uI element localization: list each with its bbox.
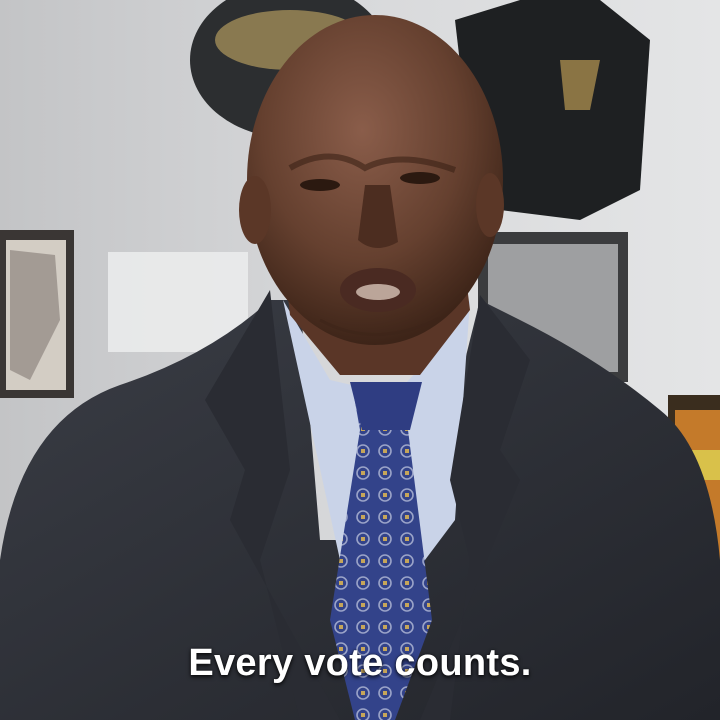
ear-left <box>239 176 271 244</box>
video-caption: Every vote counts. <box>188 642 532 684</box>
video-still <box>0 0 720 720</box>
tie-knot <box>350 382 422 430</box>
eye-right <box>400 172 440 184</box>
ear-right <box>476 173 504 237</box>
video-frame: Every vote counts. <box>0 0 720 720</box>
eye-left <box>300 179 340 191</box>
framed-picture-left <box>0 230 74 398</box>
